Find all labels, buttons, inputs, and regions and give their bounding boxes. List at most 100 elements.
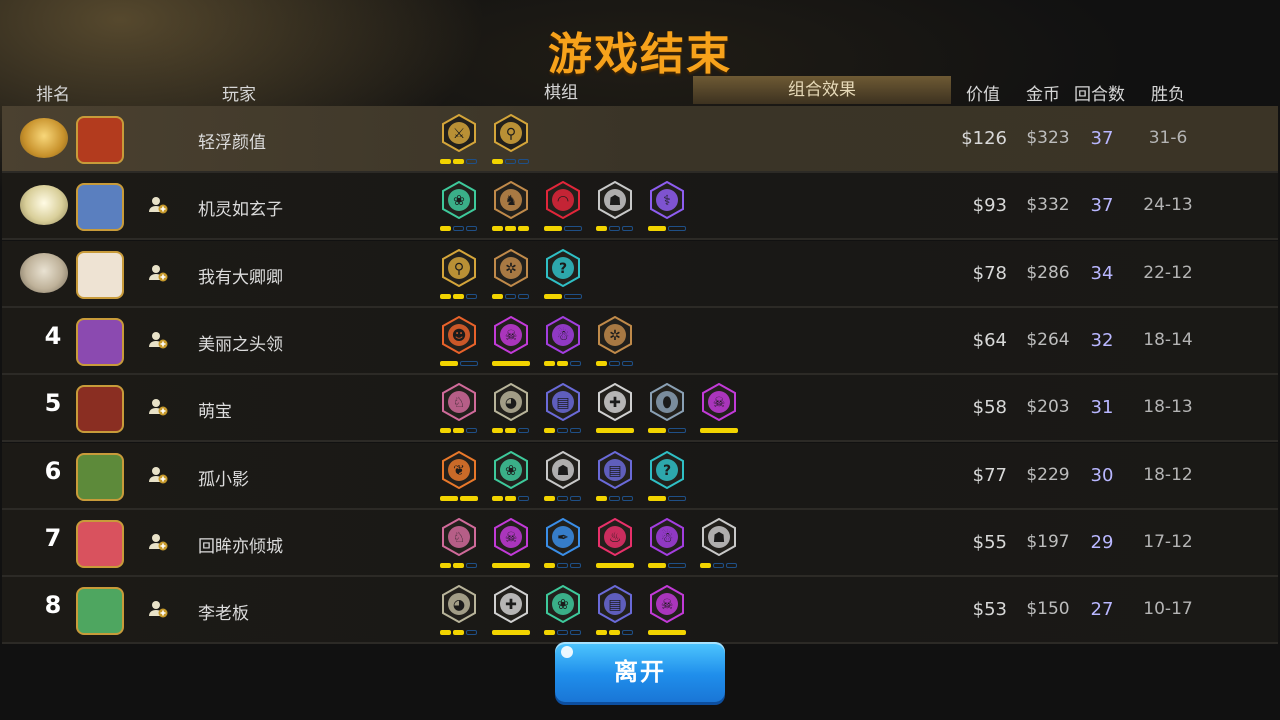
leaf-icon: ❦ [440, 450, 478, 489]
synergy-badge[interactable]: ◕ [492, 383, 532, 439]
synergy-badge[interactable]: ⚲ [492, 113, 532, 170]
add-friend-icon[interactable] [148, 465, 168, 485]
header-rounds: 回合数 [1074, 85, 1125, 105]
avatar[interactable] [76, 116, 124, 164]
synergy-badge[interactable]: ❀ [544, 584, 584, 641]
synergy-badge[interactable]: ✚ [596, 383, 636, 439]
avatar[interactable] [76, 587, 124, 636]
synergy-badge[interactable]: ◠ [544, 181, 584, 237]
fishbone-icon: ⚕ [648, 181, 686, 220]
add-friend-icon[interactable] [148, 397, 168, 417]
rounds-cell: 34 [1090, 262, 1114, 284]
value-cell: $64 [972, 329, 1007, 351]
add-friend-icon[interactable] [148, 330, 168, 350]
player-row[interactable]: 机灵如玄子 ❀ ♞ ◠ ☗ ⚕ $93 $332 37 24-13 [2, 173, 1278, 241]
synergy-progress [648, 495, 688, 502]
gold-cell: $264 [1026, 329, 1070, 350]
leave-button[interactable]: 离开 [555, 642, 725, 702]
add-friend-icon[interactable] [148, 532, 168, 552]
synergy-progress [648, 226, 688, 232]
synergy-badge[interactable]: ☗ [700, 517, 740, 574]
progress-segment [700, 562, 711, 568]
synergy-badge[interactable]: ♘ [440, 517, 480, 574]
progress-segment [466, 428, 477, 434]
synergy-badge[interactable]: ☗ [544, 450, 584, 507]
player-row[interactable]: 轻浮颜值 ⚔ ⚲ $126 $323 37 31-6 [2, 106, 1278, 173]
synergy-badge[interactable]: ▤ [544, 383, 584, 439]
synergy-badge[interactable]: ☠ [492, 315, 532, 372]
synergy-badge[interactable]: ❦ [440, 450, 480, 507]
progress-segment [668, 562, 686, 568]
player-row[interactable]: 6 孤小影 ❦ ❀ ☗ ▤? $77 $229 30 18-12 [2, 442, 1278, 510]
header-effect-tab[interactable]: 组合效果 [693, 76, 951, 104]
progress-segment [544, 428, 555, 434]
player-row[interactable]: 4 美丽之头领 ☻ ☠ ☃ ✲ $64 $264 32 18-14 [2, 307, 1278, 375]
synergy-badge[interactable]: ❀ [492, 450, 532, 507]
synergy-badge[interactable]: ◕ [440, 584, 480, 641]
synergy-badge[interactable]: ☠ [700, 383, 740, 439]
synergy-badge[interactable]: ❀ [440, 181, 480, 237]
svg-text:⚔: ⚔ [453, 126, 466, 142]
avatar[interactable] [76, 385, 124, 434]
synergy-badge[interactable]: ♞ [492, 181, 532, 237]
synergy-badge[interactable]: ▤ [596, 450, 636, 507]
player-row[interactable]: 8 李老板 ◕ ✚ ❀ ▤ ☠ $53 $150 27 10-17 [2, 577, 1278, 645]
synergy-badge[interactable]: ✒ [544, 517, 584, 574]
synergy-badge[interactable]: ☗ [596, 181, 636, 237]
progress-segment [609, 495, 620, 501]
svg-text:♘: ♘ [453, 395, 466, 411]
ghost-icon: ☃ [648, 517, 686, 556]
synergy-progress [440, 360, 480, 367]
progress-segment [466, 159, 477, 164]
synergy-badge[interactable]: ⬮ [648, 383, 688, 439]
avatar[interactable] [76, 519, 124, 568]
svg-text:❦: ❦ [453, 463, 465, 479]
synergy-badge[interactable]: ☠ [492, 517, 532, 574]
add-friend-icon[interactable] [148, 195, 168, 215]
synergy-badge[interactable]: ♘ [440, 383, 480, 439]
progress-segment [596, 630, 607, 636]
synergy-progress [492, 293, 532, 300]
progress-segment [544, 293, 562, 299]
avatar[interactable] [76, 317, 124, 366]
progress-segment [453, 293, 464, 299]
synergy-badge[interactable]: ♨ [596, 517, 636, 574]
synergy-badge[interactable]: ? [544, 248, 584, 305]
svg-text:⚲: ⚲ [506, 126, 516, 142]
progress-segment [453, 630, 464, 636]
avatar[interactable] [76, 250, 124, 299]
header-gold: 金币 [1026, 85, 1060, 105]
synergy-badge[interactable]: ⚔ [440, 113, 480, 170]
progress-segment [622, 226, 633, 232]
player-row[interactable]: 5 萌宝 ♘ ◕ ▤ ✚ ⬮ ☠ $58 $203 31 18-13 [2, 375, 1278, 443]
player-name: 我有大卿卿 [198, 267, 283, 288]
synergy-badge[interactable]: ⚕ [648, 181, 688, 237]
svg-text:✲: ✲ [609, 328, 621, 344]
gear-icon: ✲ [492, 248, 530, 287]
synergy-progress [700, 562, 740, 569]
progress-segment [700, 428, 738, 434]
synergy-badge[interactable]: ☠ [648, 584, 688, 641]
synergy-badge[interactable]: ☃ [544, 315, 584, 372]
synergy-badge[interactable]: ☻ [440, 315, 480, 372]
synergy-badge[interactable]: ✲ [492, 248, 532, 305]
player-row[interactable]: 我有大卿卿 ⚲ ✲? $78 $286 34 22-12 [2, 240, 1278, 308]
synergy-badge[interactable]: ▤ [596, 584, 636, 641]
avatar[interactable] [76, 452, 124, 501]
player-row[interactable]: 7 回眸亦倾城 ♘ ☠ ✒ ♨ ☃ ☗ $55 $197 29 17-12 [2, 509, 1278, 577]
synergy-badge[interactable]: ✲ [596, 315, 636, 372]
progress-segment [726, 562, 737, 568]
synergy-badge[interactable]: ✚ [492, 584, 532, 641]
synergy-badge[interactable]: ☃ [648, 517, 688, 574]
add-friend-icon[interactable] [148, 599, 168, 619]
rank-number: 7 [44, 523, 62, 552]
synergy-badge[interactable]: ⚲ [440, 248, 480, 305]
synergy-progress [648, 630, 688, 636]
demon-face-icon: ☻ [440, 315, 478, 355]
progress-segment [557, 630, 568, 636]
helmet-icon: ☗ [596, 181, 634, 220]
avatar[interactable] [76, 183, 124, 232]
add-friend-icon[interactable] [148, 263, 168, 283]
synergy-badge[interactable]: ? [648, 450, 688, 507]
winloss-cell: 22-12 [1143, 262, 1193, 283]
